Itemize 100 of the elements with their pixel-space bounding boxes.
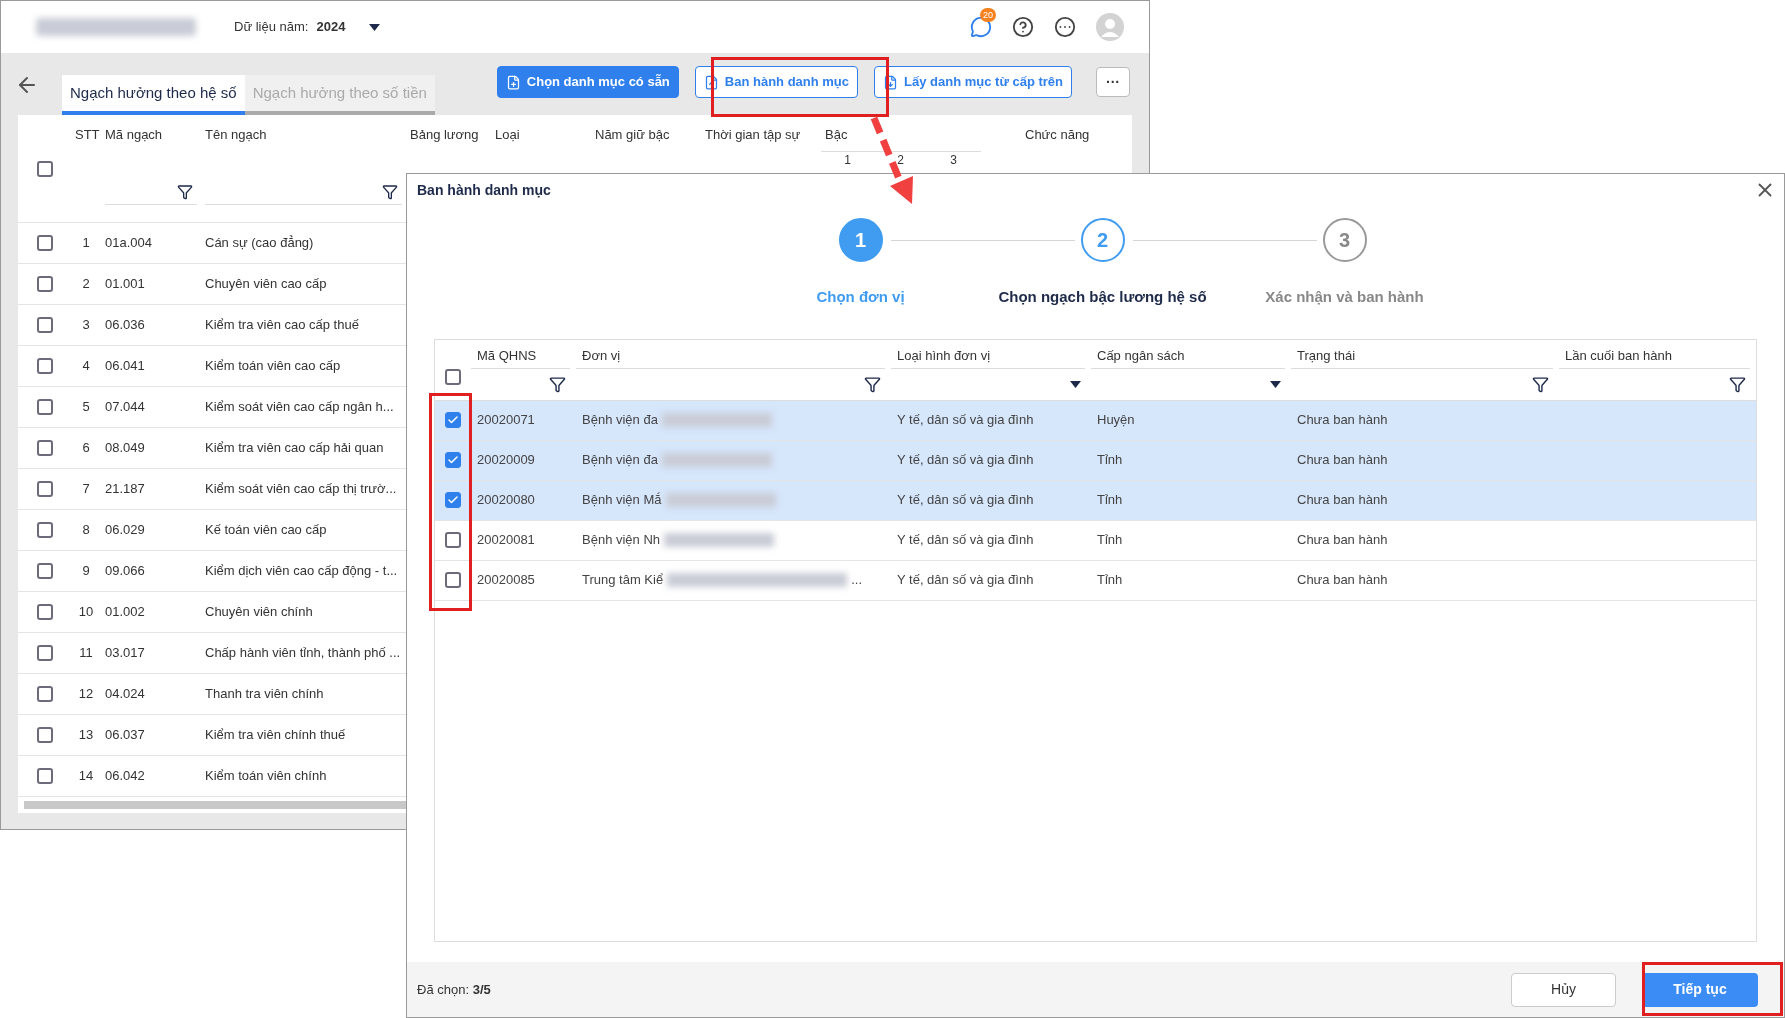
- checkbox[interactable]: [36, 686, 53, 702]
- table-cell-text: Bệnh viện đa: [582, 451, 658, 470]
- more-icon[interactable]: [1054, 16, 1076, 38]
- table-cell-text: 04.024: [104, 685, 146, 704]
- toolbar-button[interactable]: Chọn danh mục có sẵn: [496, 66, 679, 98]
- table-cell-text: Kiểm toán viên cao cấp: [204, 357, 342, 376]
- table-cell-text: 09.066: [104, 562, 146, 581]
- table-cell-text: 11: [78, 644, 94, 663]
- filter-icon[interactable]: [382, 183, 398, 200]
- table-cell-text: 06.029: [104, 521, 146, 540]
- table-cell-text: Huyện: [1096, 411, 1136, 430]
- ellipsis-text: ...: [851, 571, 862, 590]
- table-cell-text: 20020085: [476, 571, 536, 590]
- table-cell-text: Tỉnh: [1096, 571, 1124, 590]
- checkbox[interactable]: [36, 399, 53, 415]
- document-icon: [883, 74, 899, 90]
- table-cell-text: Y tế, dân số và gia đình: [896, 571, 1035, 590]
- table-cell-text: 8: [81, 521, 91, 540]
- checkbox[interactable]: [36, 317, 53, 333]
- document-icon: [505, 74, 521, 90]
- table-cell-text: Kiểm soát viên cao cấp ngân h...: [204, 398, 395, 417]
- table-cell-text: Thanh tra viên chính: [204, 685, 325, 704]
- table-cell-text: 06.041: [104, 357, 146, 376]
- toolbar-button[interactable]: Ban hành danh mục: [694, 66, 859, 98]
- table-cell-text: Kiểm tra viên cao cấp thuế: [204, 316, 360, 335]
- checkbox[interactable]: [36, 440, 53, 456]
- chat-icon[interactable]: [970, 16, 992, 38]
- table-cell-text: 06.042: [104, 767, 146, 786]
- column-header: Trạng thái: [1296, 346, 1357, 365]
- table-row[interactable]: 20020009 Bệnh viện đa Y tế, dân số và gia đình Tỉnh Chưa ban hành: [435, 440, 1756, 481]
- column-header: Năm giữ bậc: [594, 126, 671, 144]
- step-label: Xác nhận và ban hành: [1265, 287, 1424, 307]
- more-button[interactable]: ···: [1096, 67, 1130, 97]
- table-cell-text: 03.017: [104, 644, 146, 663]
- checkbox[interactable]: [445, 368, 461, 385]
- column-header: Bậc: [824, 126, 849, 144]
- checkbox[interactable]: [36, 276, 53, 292]
- filter-icon[interactable]: [1532, 375, 1549, 393]
- check-icon: [447, 494, 459, 506]
- checkbox[interactable]: [445, 532, 461, 548]
- table-cell-text: Tỉnh: [1096, 451, 1124, 470]
- table-cell-text: 08.049: [104, 439, 146, 458]
- checkbox[interactable]: [36, 645, 53, 661]
- table-row[interactable]: 20020071 Bệnh viện đa Y tế, dân số và gia đình Huyện Chưa ban hành: [435, 400, 1756, 441]
- checkbox[interactable]: [36, 522, 53, 538]
- table-cell-text: Cán sự (cao đẳng): [204, 234, 315, 253]
- checkbox[interactable]: [36, 563, 53, 579]
- column-header: 3: [949, 152, 958, 168]
- notification-badge: 20: [980, 8, 996, 22]
- step-label: Chọn đơn vị: [816, 287, 905, 307]
- table-cell-text: Kiểm dịch viên cao cấp động - t...: [204, 562, 399, 581]
- table-cell-text: 6: [81, 439, 91, 458]
- table-cell-text: 01.002: [104, 603, 146, 622]
- document-icon: [703, 74, 719, 90]
- table-cell-text: Bệnh viện đa: [582, 411, 658, 430]
- checkbox[interactable]: [36, 604, 53, 620]
- check-icon: [447, 414, 459, 426]
- checkbox[interactable]: [36, 235, 53, 251]
- table-cell-text: Chấp hành viên tỉnh, thành phố ...: [204, 644, 402, 663]
- checkbox[interactable]: [445, 452, 461, 468]
- column-header: Lần cuối ban hành: [1564, 346, 1673, 365]
- dropdown-caret-icon[interactable]: [369, 23, 381, 31]
- table-cell-text: Tỉnh: [1096, 531, 1124, 550]
- table-cell-text: 7: [81, 480, 91, 499]
- cancel-button[interactable]: Hủy: [1511, 972, 1616, 1007]
- checkbox[interactable]: [445, 572, 461, 588]
- dropdown-caret-icon[interactable]: [1270, 380, 1281, 388]
- year-dropdown[interactable]: 2024: [316, 17, 381, 37]
- table-cell-text: 06.037: [104, 726, 146, 745]
- column-header: Loại hình đơn vị: [896, 346, 992, 365]
- tab[interactable]: Ngạch hưởng theo hệ số: [62, 75, 245, 115]
- checkbox[interactable]: [445, 412, 461, 428]
- table-cell-text: 1: [81, 234, 91, 253]
- dropdown-caret-icon[interactable]: [1070, 380, 1081, 388]
- help-icon[interactable]: [1012, 16, 1034, 38]
- column-header: 1: [843, 152, 852, 168]
- toolbar-button[interactable]: Lấy danh mục từ cấp trên: [874, 66, 1072, 98]
- table-cell-text: 20020081: [476, 531, 536, 550]
- checkbox[interactable]: [445, 492, 461, 508]
- filter-icon[interactable]: [864, 375, 881, 393]
- checkbox[interactable]: [36, 481, 53, 497]
- checkbox[interactable]: [36, 358, 53, 374]
- table-row[interactable]: 20020080 Bệnh viện Mắ Y tế, dân số và gia đình Tỉnh Chưa ban hành: [435, 480, 1756, 521]
- checkbox[interactable]: [36, 160, 53, 177]
- table-cell-text: Y tế, dân số và gia đình: [896, 451, 1035, 470]
- column-header: Mã ngạch: [104, 126, 164, 144]
- table-cell-text: 13: [77, 726, 95, 745]
- filter-icon[interactable]: [177, 183, 193, 200]
- table-cell-text: Y tế, dân số và gia đình: [896, 491, 1035, 510]
- filter-icon[interactable]: [549, 375, 566, 393]
- check-icon: [447, 454, 459, 466]
- filter-icon[interactable]: [1729, 375, 1746, 393]
- column-header: Thời gian tập sự: [704, 126, 802, 144]
- table-cell-text: Kế toán viên cao cấp: [204, 521, 328, 540]
- table-cell-text: Bệnh viện Mắ: [582, 491, 662, 510]
- column-header: Mã QHNS: [476, 346, 538, 365]
- checkbox[interactable]: [36, 727, 53, 743]
- checkbox[interactable]: [36, 768, 53, 784]
- table-cell-text: Bệnh viện Nh: [582, 531, 661, 550]
- table-cell-text: Chưa ban hành: [1296, 451, 1389, 470]
